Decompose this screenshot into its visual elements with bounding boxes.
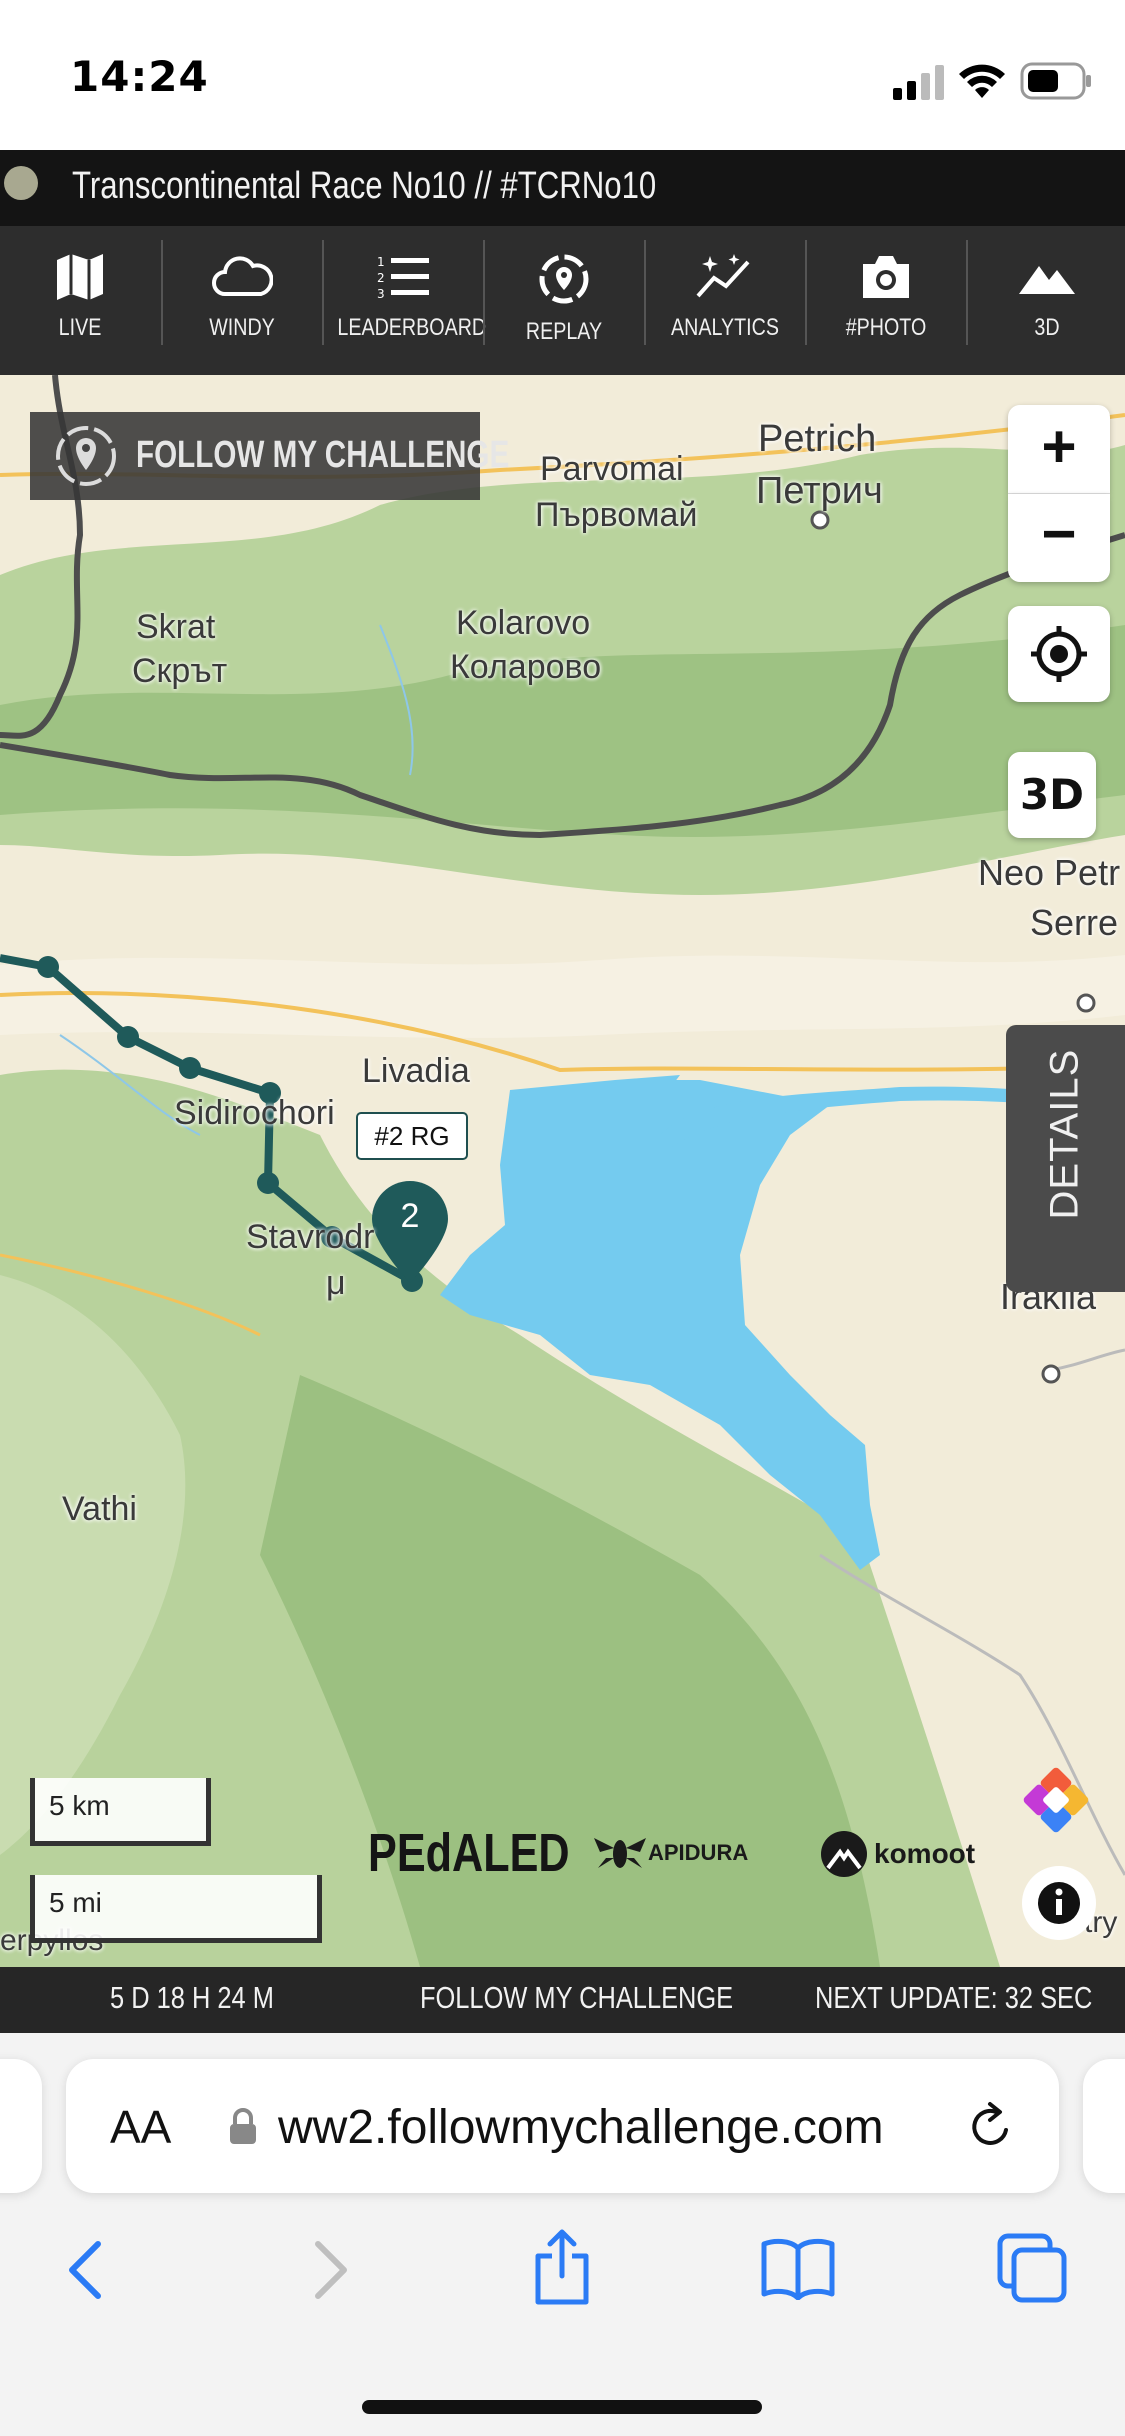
map-info-button[interactable]	[1022, 1866, 1096, 1940]
apidura-bee-icon	[594, 1838, 646, 1868]
reload-icon[interactable]	[966, 2100, 1018, 2154]
sponsor-pedaled-logo: PEdALED	[368, 1823, 570, 1883]
toolbar-live-button[interactable]: LIVE	[0, 226, 160, 375]
komoot-icon	[821, 1831, 867, 1877]
place-label-kolarovo: Kolarovo	[456, 604, 591, 642]
place-label-stavrodromi: Stavrodr	[246, 1218, 375, 1256]
maps-logo-icon	[1023, 1767, 1089, 1833]
crosshair-icon	[1031, 626, 1087, 682]
toolbar-photo-button[interactable]: #PHOTO	[806, 226, 966, 375]
next-tab-peek[interactable]	[1083, 2059, 1125, 2193]
status-dot-icon	[4, 166, 38, 200]
battery-icon	[1020, 62, 1091, 100]
replay-icon	[539, 254, 589, 304]
elapsed-time: 5 D 18 H 24 M	[110, 1980, 274, 2015]
toolbar-analytics-button[interactable]: ANALYTICS	[645, 226, 805, 375]
forward-chevron-icon[interactable]	[306, 2238, 356, 2302]
footer-brand: FOLLOW MY CHALLENGE	[420, 1980, 734, 2015]
camera-icon	[863, 256, 909, 298]
rider-label[interactable]: #2 RG	[356, 1112, 468, 1160]
place-label-parvomai-cyr: Първомай	[535, 496, 698, 534]
follow-my-challenge-logo-text: FOLLOW MY CHALLENGE	[136, 434, 510, 476]
svg-text:2: 2	[377, 271, 385, 285]
toolbar-label: LIVE	[58, 314, 102, 341]
toolbar-leaderboard-button[interactable]: 1 2 3 LEADERBOARD	[323, 226, 487, 375]
toolbar-3d-button[interactable]: 3D	[967, 226, 1125, 375]
map-3d-button[interactable]: 3D	[1008, 752, 1096, 838]
share-icon[interactable]	[530, 2228, 594, 2306]
next-update-countdown: NEXT UPDATE: 32 SEC	[815, 1980, 1093, 2015]
toolbar-label: ANALYTICS	[671, 314, 779, 341]
cellular-signal-icon	[893, 65, 944, 100]
bookmarks-book-icon[interactable]	[760, 2236, 836, 2300]
place-label-neo-petr: Neo Petr	[978, 852, 1121, 893]
minus-icon: −	[1041, 500, 1077, 567]
info-icon	[1038, 1882, 1080, 1924]
svg-text:1: 1	[377, 255, 385, 269]
place-label-petrich-cyr: Петрич	[756, 470, 883, 512]
locate-me-button[interactable]	[1008, 606, 1110, 702]
zoom-out-button[interactable]: −	[1008, 494, 1110, 582]
plus-icon: +	[1041, 413, 1077, 480]
list-numbered-icon: 1 2 3	[377, 255, 429, 301]
toolbar-label: REPLAY	[525, 318, 603, 345]
scale-bar-km: 5 km	[30, 1778, 211, 1846]
cloud-icon	[212, 256, 273, 296]
place-label-petrich: Petrich	[758, 418, 877, 460]
zoom-in-button[interactable]: +	[1008, 405, 1110, 493]
race-title: Transcontinental Race No10 // #TCRNo10	[72, 165, 657, 207]
analytics-icon	[696, 254, 750, 298]
tabs-overview-icon[interactable]	[996, 2232, 1068, 2304]
place-label-skrat-cyr: Скрът	[132, 652, 228, 690]
text-size-button[interactable]: AA	[110, 2100, 171, 2154]
place-label-skrat: Skrat	[136, 608, 216, 646]
toolbar-label: WINDY	[209, 314, 275, 341]
wifi-icon	[959, 64, 1005, 98]
place-label-kolarovo-cyr: Коларово	[450, 648, 602, 686]
url-text[interactable]: ww2.followmychallenge.com	[278, 2100, 884, 2156]
toolbar-label: #PHOTO	[845, 314, 927, 341]
toolbar-windy-button[interactable]: WINDY	[162, 226, 322, 375]
place-label-serre: Serre	[1030, 902, 1119, 943]
lock-icon	[230, 2108, 256, 2144]
toolbar-label: LEADERBOARD	[337, 314, 487, 341]
status-time: 14:24	[70, 52, 209, 101]
place-label-vathi: Vathi	[62, 1490, 137, 1528]
back-chevron-icon[interactable]	[60, 2238, 110, 2302]
place-label-stavrodromi-2: μ	[326, 1264, 346, 1302]
mountain-icon	[1019, 266, 1075, 294]
location-pin-icon	[56, 426, 116, 486]
map-icon	[57, 254, 103, 300]
svg-text:3: 3	[377, 287, 385, 301]
place-label-sidirochori: Sidirochori	[174, 1094, 335, 1132]
toolbar-label: 3D	[1034, 314, 1060, 341]
rider-marker-number: 2	[400, 1197, 420, 1235]
sponsor-apidura-logo: APIDURA	[648, 1840, 749, 1865]
sponsor-komoot-logo: komoot	[874, 1838, 976, 1869]
toolbar-replay-button[interactable]: REPLAY	[484, 226, 644, 375]
details-tab-label: DETAILS	[1042, 1048, 1087, 1220]
home-indicator	[362, 2400, 762, 2414]
place-label-parvomai: Parvomai	[540, 450, 684, 488]
place-label-livadia: Livadia	[362, 1052, 470, 1090]
scale-bar-mi: 5 mi	[30, 1875, 322, 1943]
previous-tab-peek[interactable]	[0, 2059, 42, 2193]
